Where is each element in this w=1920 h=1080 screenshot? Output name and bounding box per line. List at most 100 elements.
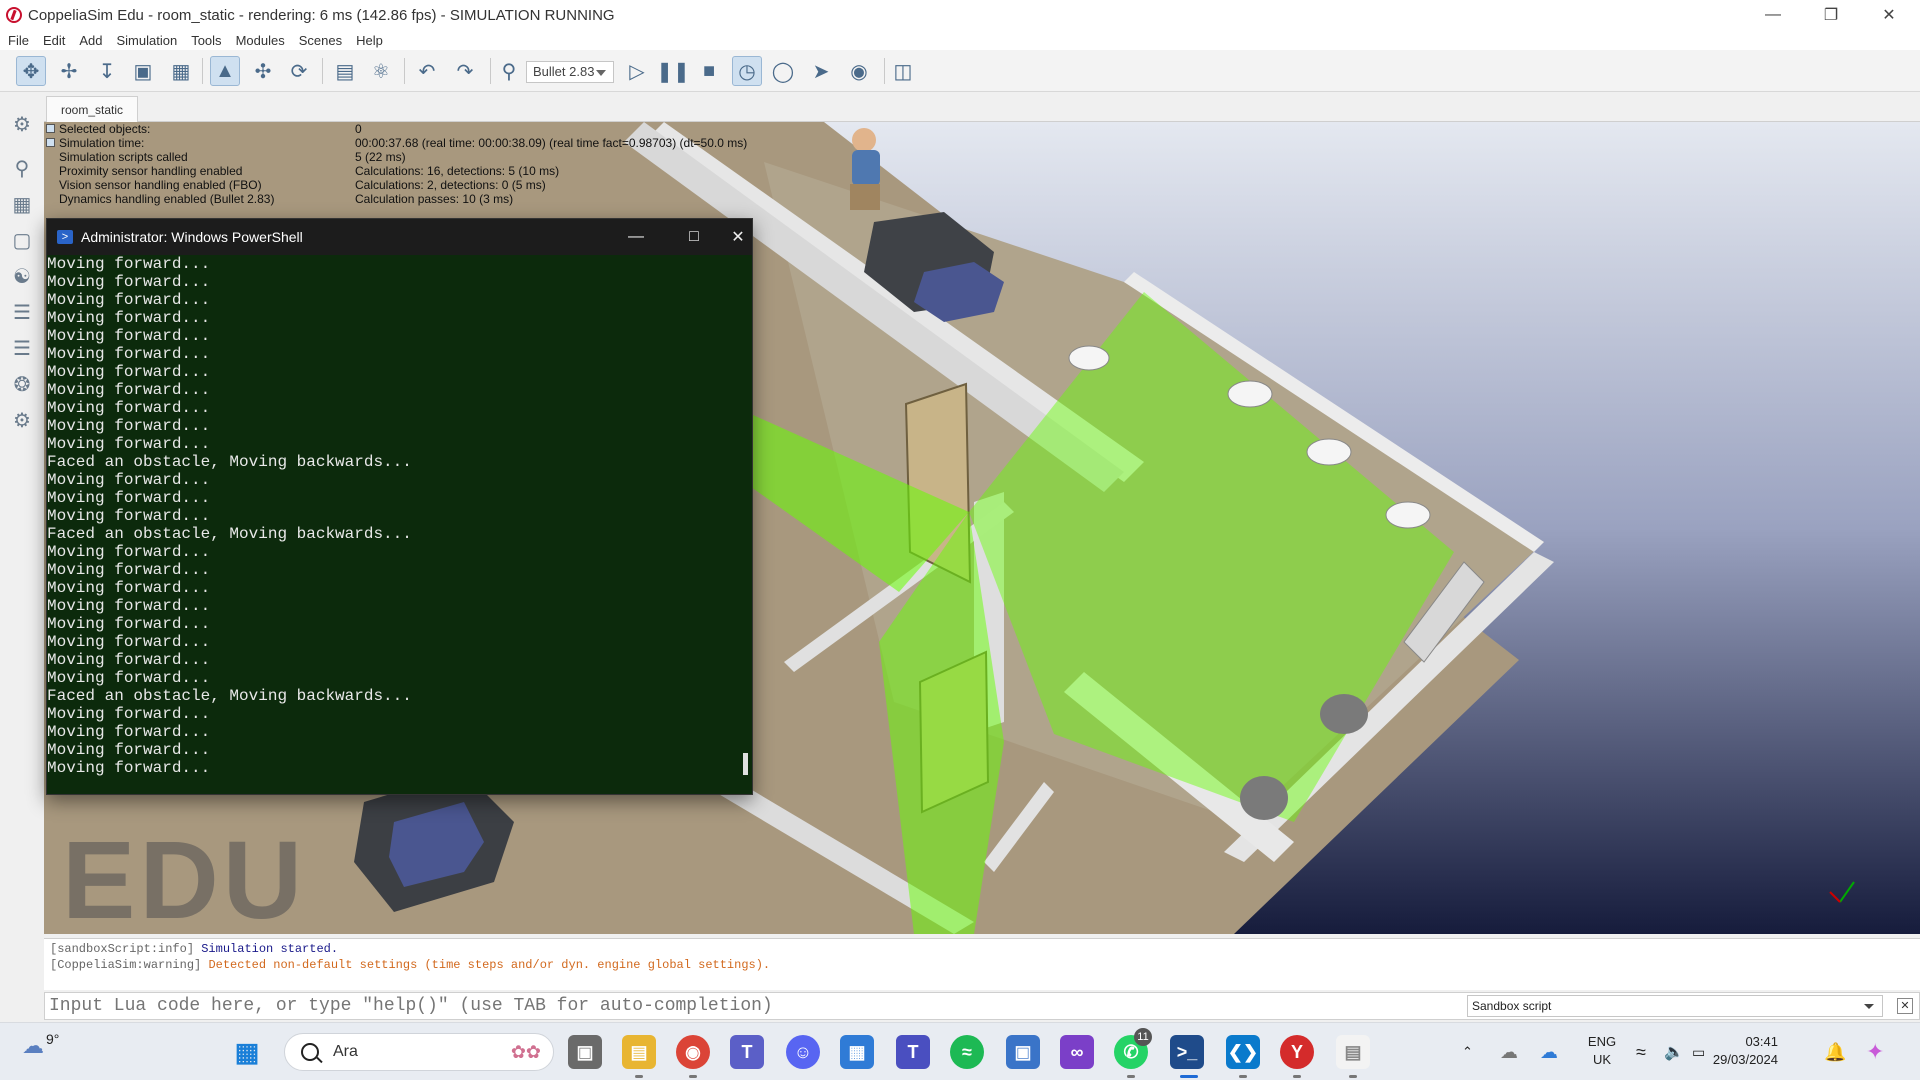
person-head (852, 128, 876, 152)
calculation-module-icon[interactable]: ☯ (8, 262, 36, 290)
powershell-output-line: Moving forward... (47, 633, 211, 651)
info-toggle-checkbox[interactable] (46, 138, 55, 147)
lua-command-input[interactable] (47, 995, 1465, 1017)
play-icon[interactable]: ▷ (622, 56, 652, 86)
powershell-taskbar-icon[interactable]: >_ (1170, 1035, 1204, 1069)
redo-icon[interactable]: ↷ (450, 56, 480, 86)
onedrive-icon[interactable]: ☁ (1500, 1023, 1518, 1080)
windows-taskbar: ☁ 9° ▦ Ara ✿✿ ▣ ▤ ◉ T ☺ ▦ T ≈ ▣ ∞ ✆ 11 >… (0, 1022, 1920, 1080)
dynamics-icon[interactable]: ⚲ (494, 56, 524, 86)
start-icon[interactable]: ▦ (230, 1035, 264, 1069)
powershell-window[interactable]: > Administrator: Windows PowerShell — □ … (46, 218, 753, 795)
settings-icon[interactable]: ⚙ (8, 110, 36, 138)
model-browser-icon[interactable]: ⚲ (8, 154, 36, 182)
notepad-icon[interactable]: ▤ (1336, 1035, 1370, 1069)
stop-icon[interactable]: ■ (694, 56, 724, 86)
select-icon[interactable]: ▲ (210, 56, 240, 86)
person-body (852, 150, 880, 186)
menu-simulation[interactable]: Simulation (117, 33, 178, 48)
slow-down-icon[interactable]: ◯ (768, 56, 798, 86)
restore-icon[interactable]: ❐ (1802, 0, 1860, 30)
toilet (1320, 694, 1368, 734)
weather-widget[interactable]: ☁ 9° (22, 1031, 59, 1059)
script-selector[interactable]: Sandbox script (1467, 995, 1883, 1017)
cloud-sync-icon[interactable]: ☁ (1540, 1023, 1558, 1080)
info-value: Calculation passes: 10 (3 ms) (355, 192, 514, 206)
video-recorder-icon[interactable]: ❂ (8, 370, 36, 398)
undo-icon[interactable]: ↶ (412, 56, 442, 86)
vscode-icon[interactable]: ❮❯ (1226, 1035, 1260, 1069)
menu-tools[interactable]: Tools (191, 33, 221, 48)
notification-bell-icon[interactable]: 🔔 (1824, 1023, 1846, 1080)
powershell-title-bar[interactable]: > Administrator: Windows PowerShell — □ … (47, 219, 752, 255)
camera-icon[interactable]: ▦ (166, 56, 196, 86)
powershell-output[interactable]: Moving forward... Moving forward... Moving… (47, 255, 735, 795)
rotate-icon[interactable]: ↧ (92, 56, 122, 86)
collections-icon[interactable]: ☰ (8, 298, 36, 326)
fit-icon[interactable]: ▣ (128, 56, 158, 86)
speed-up-icon[interactable]: ➤ (806, 56, 836, 86)
microsoft-store-icon[interactable]: ▦ (840, 1035, 874, 1069)
active-indicator (1180, 1075, 1198, 1078)
menu-help[interactable]: Help (356, 33, 383, 48)
powershell-output-line: Moving forward... (47, 345, 211, 363)
sink (1306, 438, 1352, 466)
scrollbar-thumb[interactable] (743, 753, 748, 775)
file-explorer-icon[interactable]: ▤ (622, 1035, 656, 1069)
object-rotate-icon[interactable]: ⟳ (284, 56, 314, 86)
volume-icon[interactable]: 🔈 (1664, 1023, 1684, 1080)
spotify-icon[interactable]: ≈ (950, 1035, 984, 1069)
translate-icon[interactable]: ✢ (54, 56, 84, 86)
info-value: 00:00:37.68 (real time: 00:00:38.09) (re… (355, 136, 748, 150)
menu-scenes[interactable]: Scenes (299, 33, 342, 48)
remote-desktop-icon[interactable]: ▣ (1006, 1035, 1040, 1069)
scene-hierarchy-icon[interactable]: ▦ (8, 190, 36, 218)
close-icon[interactable]: ✕ (1860, 0, 1918, 30)
script-selector-label: Sandbox script (1472, 999, 1552, 1013)
info-toggle-checkbox[interactable] (46, 124, 55, 133)
task-view-icon[interactable]: ▣ (568, 1035, 602, 1069)
transfer-dna-icon[interactable]: ⚛ (366, 56, 396, 86)
copilot-icon[interactable]: ✦ (1866, 1023, 1884, 1080)
visualization-icon[interactable]: ◉ (844, 56, 874, 86)
coppeliasim-taskbar-icon[interactable]: Y (1280, 1035, 1314, 1069)
wifi-icon[interactable]: ≈ (1636, 1023, 1646, 1080)
close-icon[interactable]: ✕ (723, 219, 753, 255)
menu-edit[interactable]: Edit (43, 33, 65, 48)
layers-icon[interactable]: ☰ (8, 334, 36, 362)
teams-icon[interactable]: T (730, 1035, 764, 1069)
minimize-icon[interactable]: — (1744, 0, 1802, 30)
discord-icon[interactable]: ☺ (786, 1035, 820, 1069)
powershell-output-line: Moving forward... (47, 579, 211, 597)
minimize-icon[interactable]: — (607, 219, 665, 255)
toggle-view-icon[interactable]: ◫ (888, 56, 918, 86)
object-properties-icon[interactable]: ▢ (8, 226, 36, 254)
menu-add[interactable]: Add (79, 33, 102, 48)
visual-studio-icon[interactable]: ∞ (1060, 1035, 1094, 1069)
scene-tab[interactable]: room_static (46, 96, 139, 122)
chevron-up-icon[interactable]: ⌃ (1462, 1023, 1473, 1080)
user-settings-icon[interactable]: ⚙ (8, 406, 36, 434)
physics-engine-select[interactable]: Bullet 2.83 (526, 61, 614, 83)
object-shift-icon[interactable]: ✣ (248, 56, 278, 86)
system-clock[interactable]: 03:41 29/03/2024 (1698, 1033, 1778, 1069)
maximize-icon[interactable]: □ (665, 219, 723, 255)
powershell-output-line: Moving forward... (47, 705, 211, 723)
chrome-icon[interactable]: ◉ (676, 1035, 710, 1069)
status-console[interactable]: [sandboxScript:info] Simulation started.… (44, 938, 1920, 990)
assemble-icon[interactable]: ▤ (330, 56, 360, 86)
menu-modules[interactable]: Modules (236, 33, 285, 48)
pan-icon[interactable]: ✥ (16, 56, 46, 86)
language-indicator[interactable]: ENG UK (1584, 1033, 1620, 1069)
powershell-output-line: Moving forward... (47, 759, 211, 777)
info-row-simulation-time: Simulation time: 00:00:37.68 (real time: … (46, 136, 747, 150)
close-icon[interactable]: ✕ (1897, 998, 1913, 1014)
whatsapp-notification-badge: 11 (1134, 1028, 1152, 1046)
pause-icon[interactable]: ❚❚ (656, 56, 690, 86)
powershell-output-line: Moving forward... (47, 291, 211, 309)
taskbar-search[interactable]: Ara ✿✿ (284, 1033, 554, 1071)
teams-work-icon[interactable]: T (896, 1035, 930, 1069)
real-time-icon[interactable]: ◷ (732, 56, 762, 86)
powershell-output-line: Moving forward... (47, 741, 211, 759)
menu-file[interactable]: File (8, 33, 29, 48)
